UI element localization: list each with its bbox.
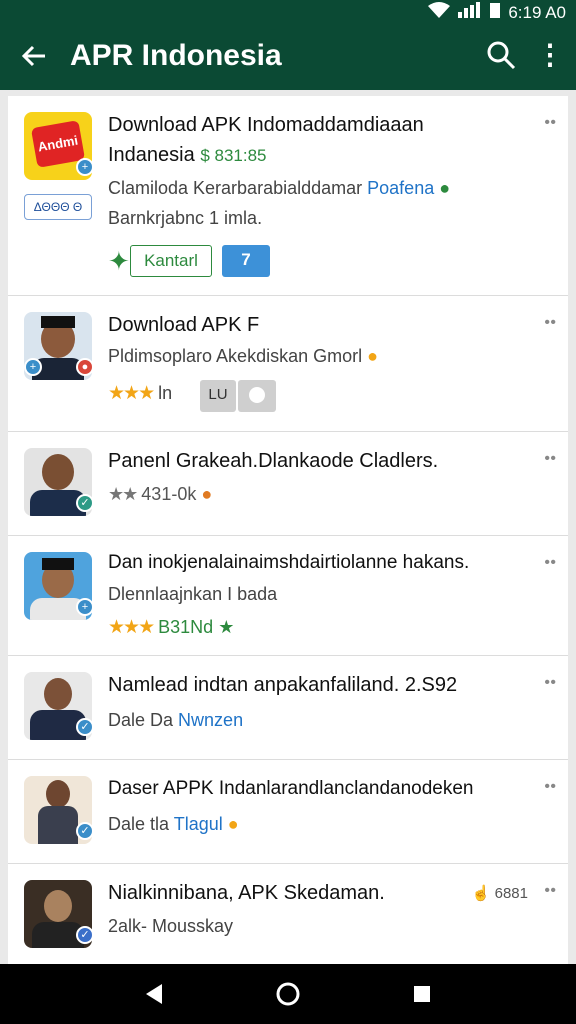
developer-link[interactable]: Poafena [367, 178, 434, 198]
status-bar: 6:19 A0 [0, 0, 576, 24]
item-menu-icon[interactable]: • • [544, 314, 556, 332]
rating-stars-icon: ★★★ [108, 383, 155, 404]
recents-nav-icon[interactable] [408, 980, 436, 1008]
item-menu-icon[interactable]: • • [544, 554, 556, 572]
item-menu-icon[interactable]: • • [544, 450, 556, 468]
verified-badge-icon: ✓ [76, 926, 94, 944]
item-menu-icon[interactable]: • • [544, 778, 556, 796]
verified-badge-icon: ✓ [76, 718, 94, 736]
overflow-menu-icon[interactable]: ⋮ [536, 38, 564, 72]
install-button[interactable]: Kantarl [130, 245, 212, 277]
action-button[interactable]: 7 [222, 245, 270, 277]
clock: 6:19 A0 [508, 2, 566, 22]
battery-icon [490, 2, 501, 23]
developer-link[interactable]: Nwnzen [178, 710, 243, 730]
item-menu-icon[interactable]: • • [544, 114, 556, 132]
emoji-icon: ● [201, 484, 213, 504]
item-title: Panenl Grakeah.Dlankaode Cladlers. [108, 450, 439, 472]
flag-badge-icon: ● [76, 358, 94, 376]
item-description: Clamiloda Kerarbarabialddamar Poafena ● [108, 178, 450, 199]
thumbs-up-icon: ☝ [471, 885, 491, 902]
star-icon: ✦ [108, 246, 130, 276]
page-title: APR Indonesia [70, 39, 282, 72]
item-title-line2: Indanesia $ 831:85 [108, 144, 267, 167]
rating-stars-icon: ★★★ [108, 617, 155, 638]
description-text: Dale tla [108, 814, 170, 834]
count-text: 6881 [494, 885, 528, 902]
list-item[interactable]: ✓ Namlead indtan anpakanfaliland. 2.S92 … [8, 656, 568, 760]
signal-icon [458, 2, 482, 23]
home-nav-icon[interactable] [274, 980, 302, 1008]
developer-link[interactable]: Tlagul [174, 814, 223, 834]
item-title: Dan inokjenalainaimshdairtiolanne hakans… [108, 552, 470, 573]
list-item[interactable]: ✓ Nialkinnibana, APK Skedaman. 2alk- Mou… [8, 864, 568, 964]
list-item[interactable]: ✓ Panenl Grakeah.Dlankaode Cladlers. ★★ … [8, 432, 568, 536]
plus-badge-icon: + [76, 158, 94, 176]
app-bar: APR Indonesia ⋮ [0, 24, 576, 90]
verified-badge-icon: ✓ [76, 494, 94, 512]
chip-label[interactable]: LU [200, 380, 236, 412]
rating-text: ln [158, 383, 173, 403]
item-description: Pldimsoplaro Akekdiskan Gmorl ● [108, 346, 378, 367]
app-list: Andmi + ΔΘΘΘ Θ Download APK Indomaddamdi… [8, 96, 568, 964]
rating-stars-icon: ★★ [108, 484, 138, 504]
list-item[interactable]: + Dan inokjenalainaimshdairtiolanne haka… [8, 536, 568, 656]
user-badge-icon: + [24, 358, 42, 376]
item-description: Dale tla Tlagul ● [108, 814, 239, 835]
emoji-icon: ● [227, 814, 239, 834]
item-description: Dlennlaajnkan I bada [108, 584, 278, 604]
description-text: Pldimsoplaro Akekdiskan Gmorl [108, 346, 363, 366]
rating-row: ★★★ B31Nd ★ [108, 616, 234, 639]
item-menu-icon[interactable]: • • [544, 882, 556, 900]
count-row: ☝ 6881 [472, 884, 528, 902]
item-title: Download APK F [108, 314, 260, 336]
item-description: 2alk- Mousskay [108, 916, 234, 936]
item-description-line2: Barnkrjabnc 1 imla. [108, 208, 263, 228]
rating-text: 431-0k [141, 484, 197, 504]
search-icon[interactable] [484, 38, 518, 72]
navigation-bar [0, 964, 576, 1024]
item-title: Nialkinnibana, APK Skedaman. [108, 882, 385, 904]
toggle-chip[interactable] [238, 380, 276, 412]
item-description: Dale Da Nwnzen [108, 710, 243, 731]
description-text: Dale Da [108, 710, 174, 730]
emoji-icon: ● [367, 346, 378, 366]
rating-text: B31Nd [158, 617, 214, 637]
rating-row: ★★★ ln [108, 382, 172, 405]
description-text: Clamiloda Kerarbarabialddamar [108, 178, 363, 198]
item-title: Download APK Indomaddamdiaaan [108, 114, 424, 136]
download-count: $ 831:85 [200, 146, 267, 165]
rating-row: ★★ 431-0k ● [108, 484, 212, 505]
list-item[interactable]: Andmi + ΔΘΘΘ Θ Download APK Indomaddamdi… [8, 96, 568, 296]
item-title: Namlead indtan anpakanfaliland. 2.S92 [108, 674, 458, 696]
back-nav-icon[interactable] [140, 980, 168, 1008]
verified-icon: ● [439, 178, 451, 198]
back-arrow-icon[interactable] [16, 38, 52, 74]
green-star-icon: ★ [218, 617, 235, 637]
list-item[interactable]: + ● Download APK F Pldimsoplaro Akekdisk… [8, 296, 568, 432]
item-menu-icon[interactable]: • • [544, 674, 556, 692]
verified-badge-icon: + [76, 598, 94, 616]
verified-badge-icon: ✓ [76, 822, 94, 840]
list-item[interactable]: ✓ Daser APPK Indanlarandlanclandanodeken… [8, 760, 568, 864]
wifi-icon [428, 2, 451, 23]
item-title-part: Indanesia [108, 144, 195, 166]
tag-label: ΔΘΘΘ Θ [24, 194, 92, 220]
item-title: Daser APPK Indanlarandlanclandanodeken [108, 778, 474, 799]
